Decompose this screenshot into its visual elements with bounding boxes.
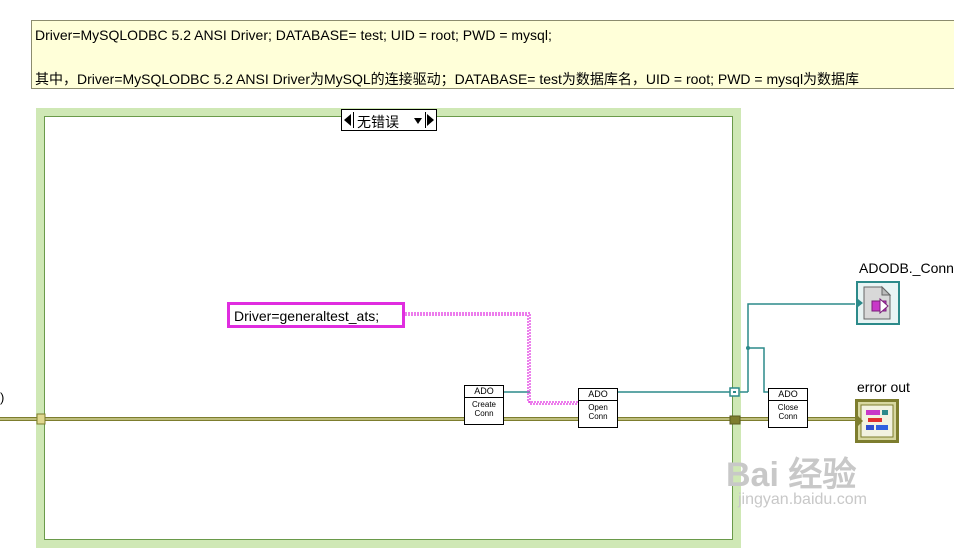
refnum-wire bbox=[504, 303, 855, 393]
ado-close-conn-node[interactable]: ADO Close Conn bbox=[768, 388, 808, 428]
wire-junction bbox=[746, 346, 750, 350]
dropdown-arrow-icon[interactable] bbox=[414, 118, 422, 124]
error-out-label: error out bbox=[857, 379, 910, 395]
error-tunnel-in bbox=[36, 413, 46, 425]
decrement-arrow-icon[interactable] bbox=[344, 114, 351, 126]
string-constant[interactable]: Driver=generaltest_ats; bbox=[227, 302, 405, 328]
close-conn-text-2: Conn bbox=[778, 412, 798, 421]
watermark-logo: Bai 经验 bbox=[726, 447, 856, 496]
edge-label-fragment: ) bbox=[0, 390, 5, 405]
create-conn-header: ADO bbox=[465, 386, 503, 398]
refnum-icon bbox=[858, 285, 892, 320]
open-conn-header: ADO bbox=[579, 389, 617, 401]
watermark-url: jingyan.baidu.com bbox=[738, 491, 867, 508]
adodb-indicator-label: ADODB._Conn bbox=[859, 260, 954, 276]
open-conn-text-2: Conn bbox=[588, 412, 608, 421]
increment-arrow-icon[interactable] bbox=[427, 114, 434, 126]
case-selector[interactable]: 无错误 bbox=[341, 109, 437, 131]
error-tunnel-out bbox=[729, 415, 741, 425]
watermark-brand: Bai 经验 bbox=[726, 456, 857, 494]
case-selector-label: 无错误 bbox=[357, 114, 399, 130]
create-conn-text-1: Create bbox=[471, 400, 496, 409]
create-conn-text-2: Conn bbox=[474, 409, 494, 418]
adodb-conn-indicator[interactable] bbox=[856, 281, 900, 325]
error-out-indicator[interactable] bbox=[855, 399, 899, 443]
ado-create-conn-node[interactable]: ADO Create Conn bbox=[464, 385, 504, 425]
close-conn-text-1: Close bbox=[777, 403, 799, 412]
close-conn-header: ADO bbox=[769, 389, 807, 401]
open-conn-text-1: Open bbox=[588, 403, 608, 412]
error-cluster-icon bbox=[858, 404, 894, 438]
ado-open-conn-node[interactable]: ADO Open Conn bbox=[578, 388, 618, 428]
